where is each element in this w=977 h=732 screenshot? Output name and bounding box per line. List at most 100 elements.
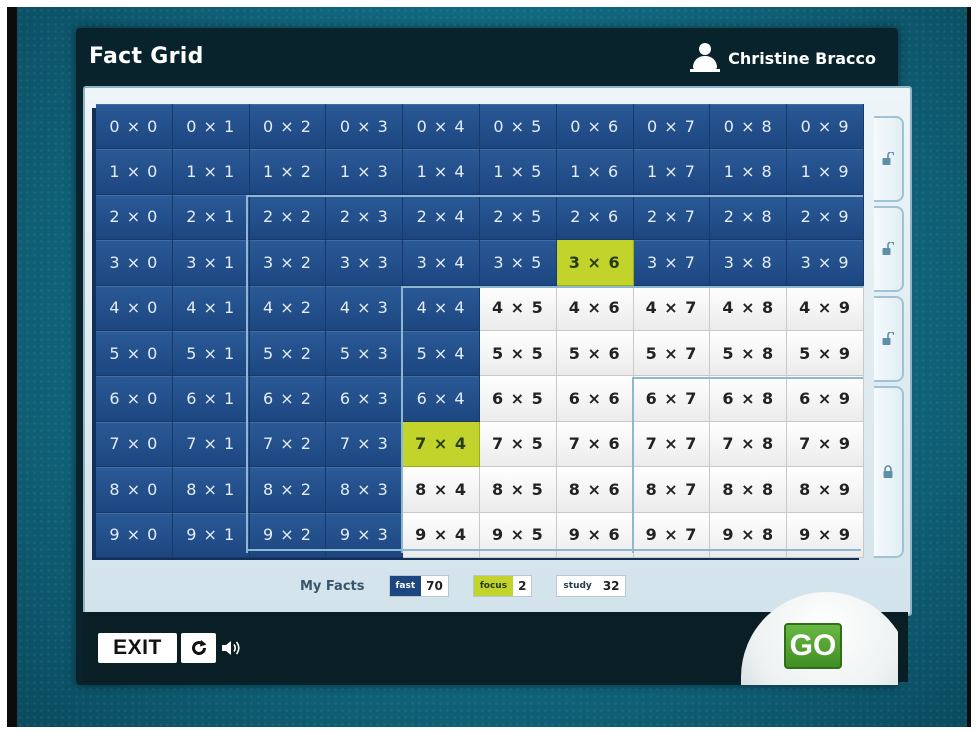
- fact-cell-1x0[interactable]: 1 × 0: [96, 149, 173, 195]
- fact-cell-4x8[interactable]: 4 × 8: [710, 285, 788, 331]
- fact-cell-8x1[interactable]: 8 × 1: [172, 467, 250, 513]
- fact-cell-4x5[interactable]: 4 × 5: [479, 285, 557, 331]
- fact-cell-9x3[interactable]: 9 × 3: [326, 512, 404, 558]
- fact-cell-6x5[interactable]: 6 × 5: [479, 376, 557, 422]
- fact-cell-1x1[interactable]: 1 × 1: [172, 149, 250, 195]
- fact-cell-4x3[interactable]: 4 × 3: [326, 285, 404, 331]
- level-tab-3[interactable]: [874, 296, 904, 382]
- fact-cell-2x1[interactable]: 2 × 1: [172, 194, 250, 241]
- fact-cell-8x0[interactable]: 8 × 0: [96, 467, 173, 513]
- fact-cell-9x4[interactable]: 9 × 4: [403, 512, 480, 558]
- fact-cell-1x2[interactable]: 1 × 2: [249, 149, 327, 195]
- fact-cell-7x6[interactable]: 7 × 6: [556, 421, 634, 468]
- fact-cell-9x8[interactable]: 9 × 8: [710, 512, 788, 558]
- fact-cell-7x4[interactable]: 7 × 4: [403, 421, 480, 468]
- fact-cell-0x0[interactable]: 0 × 0: [96, 104, 173, 150]
- fact-cell-3x9[interactable]: 3 × 9: [787, 240, 864, 286]
- fact-cell-7x0[interactable]: 7 × 0: [96, 421, 173, 468]
- fact-cell-2x5[interactable]: 2 × 5: [479, 194, 557, 241]
- fact-cell-1x9[interactable]: 1 × 9: [787, 149, 864, 195]
- fact-cell-9x2[interactable]: 9 × 2: [249, 512, 327, 558]
- fact-cell-2x6[interactable]: 2 × 6: [556, 194, 634, 241]
- fact-cell-5x1[interactable]: 5 × 1: [172, 330, 250, 377]
- fact-cell-8x4[interactable]: 8 × 4: [403, 467, 480, 513]
- fact-cell-9x5[interactable]: 9 × 5: [479, 512, 557, 558]
- level-tab-1[interactable]: [874, 116, 904, 202]
- fact-cell-2x2[interactable]: 2 × 2: [249, 194, 327, 241]
- fact-cell-4x6[interactable]: 4 × 6: [556, 285, 634, 331]
- fact-cell-1x8[interactable]: 1 × 8: [710, 149, 788, 195]
- fact-cell-0x4[interactable]: 0 × 4: [403, 104, 480, 150]
- fact-cell-3x0[interactable]: 3 × 0: [96, 240, 173, 286]
- fact-cell-7x8[interactable]: 7 × 8: [710, 421, 788, 468]
- fact-cell-8x6[interactable]: 8 × 6: [556, 467, 634, 513]
- fact-cell-6x3[interactable]: 6 × 3: [326, 376, 404, 422]
- fact-cell-5x0[interactable]: 5 × 0: [96, 330, 173, 377]
- fact-cell-6x4[interactable]: 6 × 4: [403, 376, 480, 422]
- sound-button[interactable]: [219, 633, 243, 663]
- fact-cell-5x4[interactable]: 5 × 4: [403, 330, 480, 377]
- fact-cell-6x7[interactable]: 6 × 7: [633, 376, 711, 422]
- fact-cell-0x2[interactable]: 0 × 2: [249, 104, 327, 150]
- fact-cell-5x7[interactable]: 5 × 7: [633, 330, 711, 377]
- fact-cell-0x3[interactable]: 0 × 3: [326, 104, 404, 150]
- fact-cell-9x9[interactable]: 9 × 9: [787, 512, 864, 558]
- fact-cell-9x6[interactable]: 9 × 6: [556, 512, 634, 558]
- fact-cell-7x2[interactable]: 7 × 2: [249, 421, 327, 468]
- fact-cell-2x8[interactable]: 2 × 8: [710, 194, 788, 241]
- fact-cell-1x4[interactable]: 1 × 4: [403, 149, 480, 195]
- fact-cell-0x8[interactable]: 0 × 8: [710, 104, 788, 150]
- go-button[interactable]: GO: [784, 623, 842, 669]
- fact-cell-8x3[interactable]: 8 × 3: [326, 467, 404, 513]
- fact-cell-7x5[interactable]: 7 × 5: [479, 421, 557, 468]
- fact-cell-6x9[interactable]: 6 × 9: [787, 376, 864, 422]
- fact-cell-1x6[interactable]: 1 × 6: [556, 149, 634, 195]
- fact-cell-5x6[interactable]: 5 × 6: [556, 330, 634, 377]
- fact-cell-9x7[interactable]: 9 × 7: [633, 512, 711, 558]
- fact-cell-9x0[interactable]: 9 × 0: [96, 512, 173, 558]
- fact-cell-4x4[interactable]: 4 × 4: [403, 285, 480, 331]
- fact-cell-0x7[interactable]: 0 × 7: [633, 104, 711, 150]
- fact-cell-5x8[interactable]: 5 × 8: [710, 330, 788, 377]
- fact-cell-8x7[interactable]: 8 × 7: [633, 467, 711, 513]
- fact-cell-2x0[interactable]: 2 × 0: [96, 194, 173, 241]
- fact-cell-3x2[interactable]: 3 × 2: [249, 240, 327, 286]
- fact-cell-1x5[interactable]: 1 × 5: [479, 149, 557, 195]
- fact-cell-3x8[interactable]: 3 × 8: [710, 240, 788, 286]
- fact-cell-3x4[interactable]: 3 × 4: [403, 240, 480, 286]
- fact-cell-6x1[interactable]: 6 × 1: [172, 376, 250, 422]
- fact-cell-8x2[interactable]: 8 × 2: [249, 467, 327, 513]
- level-tab-2[interactable]: [874, 206, 904, 292]
- fact-cell-5x9[interactable]: 5 × 9: [787, 330, 864, 377]
- fact-cell-1x7[interactable]: 1 × 7: [633, 149, 711, 195]
- fact-cell-6x8[interactable]: 6 × 8: [710, 376, 788, 422]
- fact-cell-7x3[interactable]: 7 × 3: [326, 421, 404, 468]
- fact-cell-5x2[interactable]: 5 × 2: [249, 330, 327, 377]
- fact-cell-8x9[interactable]: 8 × 9: [787, 467, 864, 513]
- level-tab-4[interactable]: [874, 386, 904, 558]
- fact-cell-4x0[interactable]: 4 × 0: [96, 285, 173, 331]
- fact-cell-8x8[interactable]: 8 × 8: [710, 467, 788, 513]
- fact-cell-8x5[interactable]: 8 × 5: [479, 467, 557, 513]
- fact-cell-5x3[interactable]: 5 × 3: [326, 330, 404, 377]
- fact-cell-2x3[interactable]: 2 × 3: [326, 194, 404, 241]
- fact-cell-2x7[interactable]: 2 × 7: [633, 194, 711, 241]
- fact-cell-3x5[interactable]: 3 × 5: [479, 240, 557, 286]
- fact-cell-5x5[interactable]: 5 × 5: [479, 330, 557, 377]
- fact-cell-7x7[interactable]: 7 × 7: [633, 421, 711, 468]
- fact-cell-0x9[interactable]: 0 × 9: [787, 104, 864, 150]
- fact-cell-3x1[interactable]: 3 × 1: [172, 240, 250, 286]
- replay-button[interactable]: [181, 633, 216, 663]
- fact-cell-4x1[interactable]: 4 × 1: [172, 285, 250, 331]
- exit-button[interactable]: EXIT: [98, 633, 177, 663]
- fact-cell-3x6[interactable]: 3 × 6: [556, 240, 634, 286]
- fact-cell-2x4[interactable]: 2 × 4: [403, 194, 480, 241]
- fact-cell-6x0[interactable]: 6 × 0: [96, 376, 173, 422]
- fact-cell-3x3[interactable]: 3 × 3: [326, 240, 404, 286]
- fact-cell-6x6[interactable]: 6 × 6: [556, 376, 634, 422]
- fact-cell-4x2[interactable]: 4 × 2: [249, 285, 327, 331]
- fact-cell-9x1[interactable]: 9 × 1: [172, 512, 250, 558]
- fact-cell-6x2[interactable]: 6 × 2: [249, 376, 327, 422]
- fact-cell-0x6[interactable]: 0 × 6: [556, 104, 634, 150]
- fact-cell-4x9[interactable]: 4 × 9: [787, 285, 864, 331]
